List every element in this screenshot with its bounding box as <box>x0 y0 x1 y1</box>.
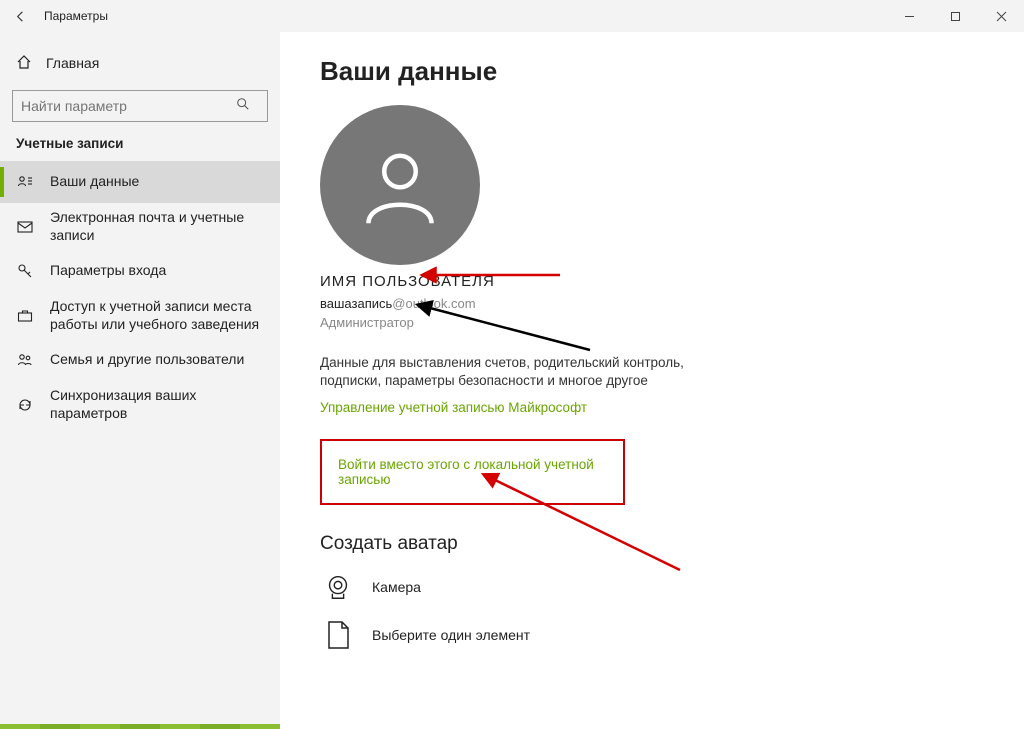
account-description: Данные для выставления счетов, родительс… <box>320 354 700 390</box>
sync-icon <box>16 396 34 414</box>
account-email: вашазапись@outlook.com <box>320 296 1024 311</box>
username-text: ИМЯ ПОЛЬЗОВАТЕЛЯ <box>320 273 1024 290</box>
sidebar-item-label: Электронная почта и учетные записи <box>50 209 268 244</box>
window-controls <box>886 0 1024 32</box>
back-button[interactable] <box>0 0 40 32</box>
avatar <box>320 105 480 265</box>
briefcase-icon <box>16 307 34 325</box>
sidebar-item-email-accounts[interactable]: Электронная почта и учетные записи <box>0 203 280 250</box>
sidebar-item-signin-options[interactable]: Параметры входа <box>0 250 280 292</box>
local-login-highlight-box: Войти вместо этого с локальной учетной з… <box>320 439 625 505</box>
browse-label: Выберите один элемент <box>372 627 530 643</box>
user-avatar-icon <box>355 140 445 230</box>
local-account-signin-link[interactable]: Войти вместо этого с локальной учетной з… <box>338 457 607 487</box>
sidebar: Главная Учетные записи Ваши данные Элект… <box>0 32 280 729</box>
sidebar-item-label: Семья и другие пользователи <box>50 351 268 369</box>
camera-icon <box>320 569 356 605</box>
taskbar-strip <box>0 724 280 729</box>
minimize-icon <box>904 11 915 22</box>
people-icon <box>16 351 34 369</box>
envelope-icon <box>16 218 34 236</box>
home-icon <box>16 54 32 73</box>
sidebar-item-label: Параметры входа <box>50 262 268 280</box>
sidebar-item-your-info[interactable]: Ваши данные <box>0 161 280 203</box>
person-card-icon <box>16 173 34 191</box>
page-title: Ваши данные <box>320 56 1024 87</box>
camera-option[interactable]: Камера <box>320 569 1024 605</box>
key-icon <box>16 262 34 280</box>
back-arrow-icon <box>13 9 28 24</box>
home-label: Главная <box>46 55 99 71</box>
search-icon <box>236 97 250 114</box>
sidebar-item-label: Синхронизация ваших параметров <box>50 387 268 422</box>
window-title: Параметры <box>44 9 108 23</box>
sidebar-item-sync-settings[interactable]: Синхронизация ваших параметров <box>0 381 280 428</box>
account-role: Администратор <box>320 315 1024 330</box>
close-icon <box>996 11 1007 22</box>
manage-microsoft-account-link[interactable]: Управление учетной записью Майкрософт <box>320 400 587 415</box>
sidebar-item-label: Доступ к учетной записи места работы или… <box>50 298 268 333</box>
camera-label: Камера <box>372 579 421 595</box>
minimize-button[interactable] <box>886 0 932 32</box>
sidebar-item-work-access[interactable]: Доступ к учетной записи места работы или… <box>0 292 280 339</box>
search-wrap <box>12 90 268 122</box>
email-domain-part: @outlook.com <box>392 296 475 311</box>
sidebar-item-family-users[interactable]: Семья и другие пользователи <box>0 339 280 381</box>
maximize-icon <box>950 11 961 22</box>
create-avatar-header: Создать аватар <box>320 533 1024 555</box>
main-content: Ваши данные ИМЯ ПОЛЬЗОВАТЕЛЯ вашазапись@… <box>280 32 1024 729</box>
email-user-part: вашазапись <box>320 296 392 311</box>
maximize-button[interactable] <box>932 0 978 32</box>
search-input[interactable] <box>12 90 268 122</box>
home-button[interactable]: Главная <box>0 44 280 82</box>
browse-option[interactable]: Выберите один элемент <box>320 617 1024 653</box>
sidebar-section-title: Учетные записи <box>0 136 280 161</box>
close-button[interactable] <box>978 0 1024 32</box>
titlebar: Параметры <box>0 0 1024 32</box>
browse-file-icon <box>320 617 356 653</box>
sidebar-item-label: Ваши данные <box>50 173 268 191</box>
